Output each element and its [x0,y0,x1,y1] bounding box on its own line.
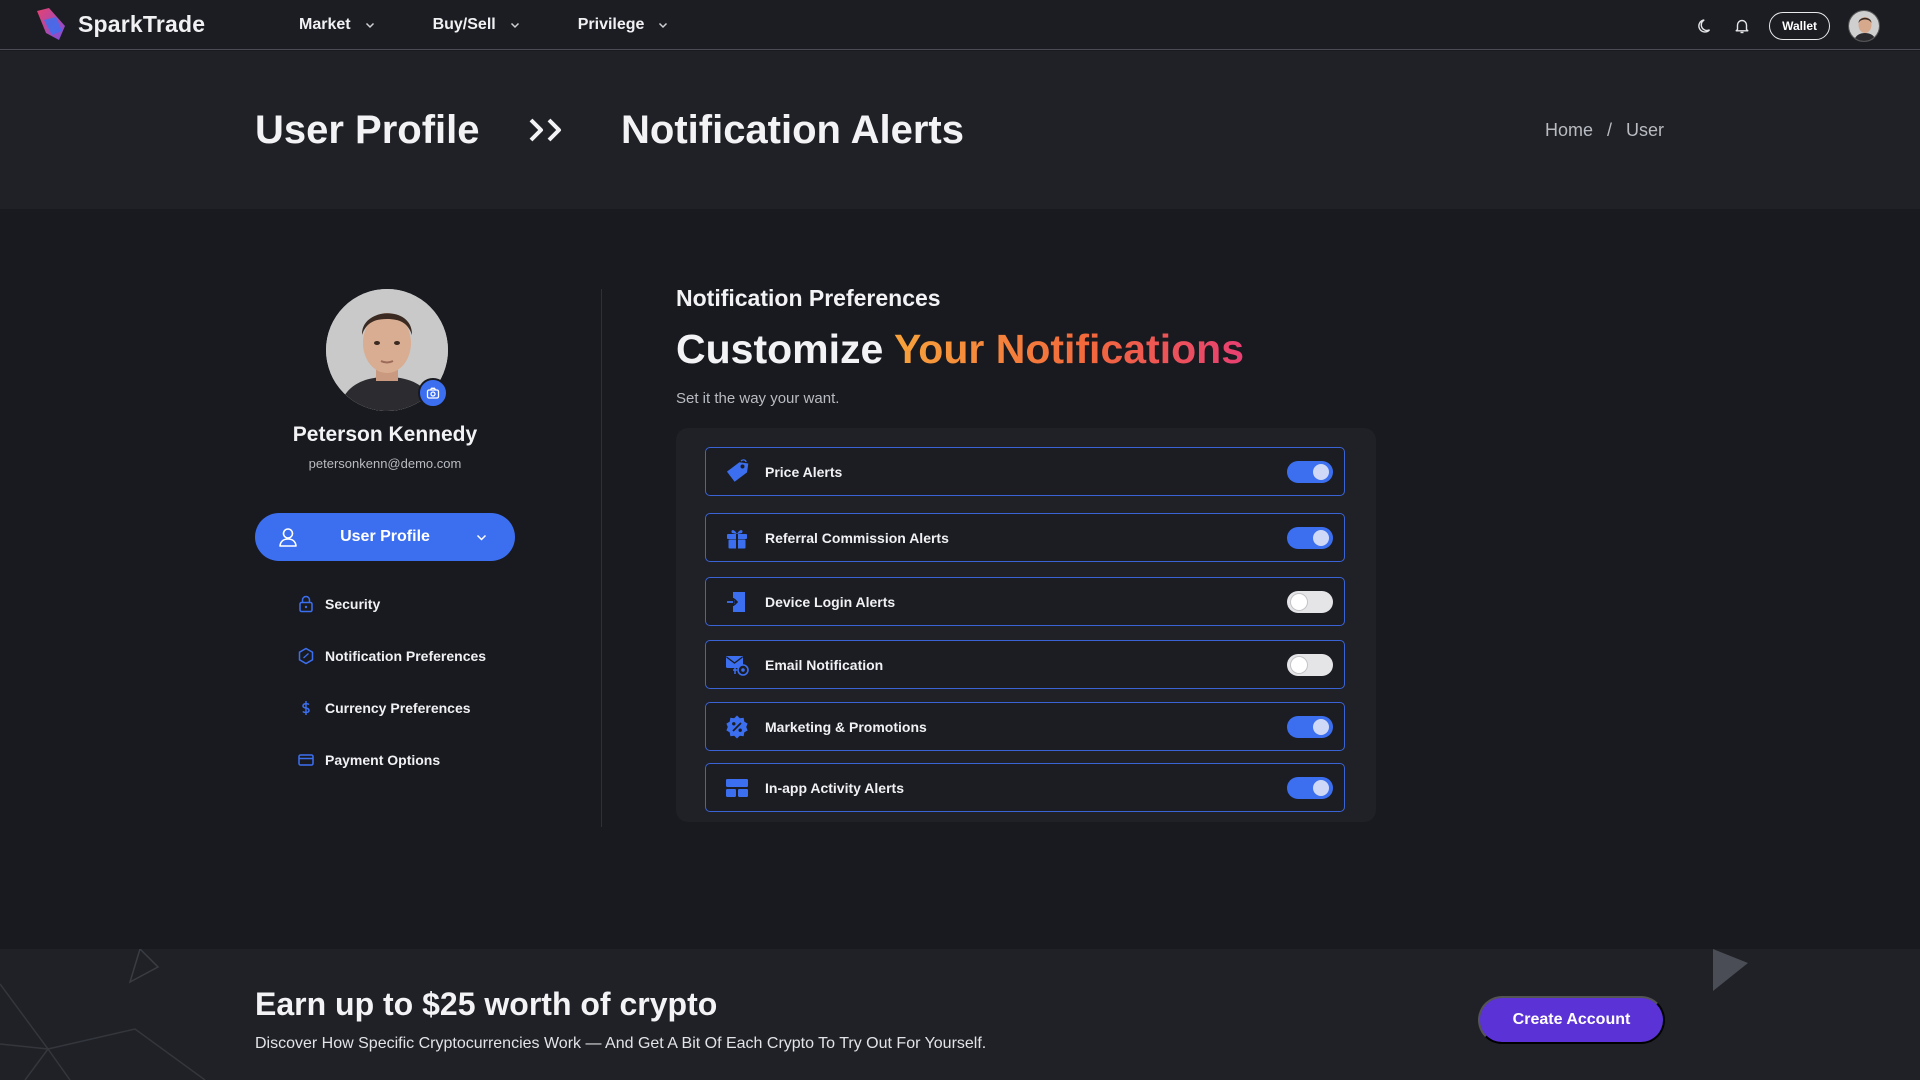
section-label: Notification Preferences [676,285,941,311]
alert-row-referral-commission[interactable]: Referral Commission Alerts [705,513,1345,562]
wallet-button[interactable]: Wallet [1769,12,1830,40]
top-navbar: SparkTrade Market Buy/Sell Privilege Wal… [0,0,1920,50]
promo-banner: Earn up to $25 worth of crypto Discover … [0,949,1920,1080]
double-chevron-right-icon [529,118,561,142]
section-subtitle: Set it the way your want. [676,390,840,407]
price-tag-icon [726,459,749,482]
section-title-highlight: Your Notifications [893,326,1244,372]
toggle-knob [1291,594,1307,610]
sparktrade-logo-icon [37,8,65,40]
brand-logo[interactable]: SparkTrade [34,7,205,41]
user-avatar[interactable] [1848,10,1880,42]
page-subtitle: Notification Alerts [621,108,964,152]
alert-label-device-login: Device Login Alerts [765,593,896,610]
promo-title: Earn up to $25 worth of crypto [255,986,718,1022]
subnav-payment-options[interactable]: Payment Options [297,734,486,786]
alert-row-in-app-activity[interactable]: In-app Activity Alerts [705,763,1345,812]
lock-icon [299,595,313,613]
toggle-knob [1313,719,1329,735]
alert-row-email-notification[interactable]: Email Notification [705,640,1345,689]
change-photo-button[interactable] [418,378,448,408]
toggle-in-app-activity-alerts[interactable] [1287,777,1333,799]
toggle-marketing-promotions[interactable] [1287,716,1333,738]
alert-label-in-app-activity: In-app Activity Alerts [765,779,904,796]
alert-label-email-notification: Email Notification [765,656,884,673]
vertical-divider [601,289,602,827]
toggle-knob [1313,530,1329,546]
avatar-image [1849,11,1879,41]
subnav-security-label: Security [325,596,381,612]
email-icon [726,656,749,676]
toggle-device-login-alerts[interactable] [1287,591,1333,613]
discount-icon [726,715,748,739]
menu-market[interactable]: Market [299,16,375,34]
menu-market-label: Market [299,16,351,33]
alert-row-device-login[interactable]: Device Login Alerts [705,577,1345,626]
bell-icon[interactable] [1733,17,1751,35]
toggle-referral-commission-alerts[interactable] [1287,527,1333,549]
subnav-currency-preferences-label: Currency Preferences [325,700,471,716]
menu-privilege[interactable]: Privilege [578,16,669,34]
section-title: Customize Your Notifications [676,326,1244,373]
subnav-notification-preferences-label: Notification Preferences [325,648,487,664]
camera-icon [426,387,440,399]
menu-buy-sell-label: Buy/Sell [432,16,496,33]
notification-settings-panel: Price Alerts Referral Commission Alerts … [676,428,1376,822]
gift-icon [727,530,747,549]
chevron-down-icon [659,22,668,29]
toggle-email-notification[interactable] [1287,654,1333,676]
moon-icon[interactable] [1697,17,1715,35]
promo-subtitle: Discover How Specific Cryptocurrencies W… [255,1035,987,1052]
subnav-currency-preferences[interactable]: Currency Preferences [297,682,486,734]
dollar-icon [302,701,310,715]
create-account-button[interactable]: Create Account [1478,996,1665,1044]
card-icon [298,754,314,766]
page-header: User Profile Notification Alerts Home / … [0,51,1920,209]
profile-subnav: Security Notification Preferences Curren… [297,578,486,786]
alert-row-price[interactable]: Price Alerts [705,447,1345,496]
profile-avatar-container [326,289,448,411]
menu-privilege-label: Privilege [577,16,645,33]
main-menu: Market Buy/Sell Privilege [299,0,726,50]
menu-buy-sell[interactable]: Buy/Sell [433,16,520,34]
brand-name: SparkTrade [78,10,206,37]
user-name: Peterson Kennedy [292,423,478,446]
user-profile-dropdown[interactable]: User Profile [255,513,515,561]
subnav-security[interactable]: Security [297,578,486,630]
alert-label-marketing-promotions: Marketing & Promotions [765,718,927,735]
badge-icon [298,647,314,665]
breadcrumb-home[interactable]: Home [1545,120,1593,141]
breadcrumb-current[interactable]: User [1626,120,1664,141]
login-icon [727,592,745,612]
chevron-down-icon [510,22,519,29]
subnav-payment-options-label: Payment Options [325,752,441,768]
alert-label-price: Price Alerts [765,463,843,480]
chevron-down-icon [476,534,487,541]
page-title: User Profile [255,108,480,152]
toggle-price-alerts[interactable] [1287,461,1333,483]
toggle-knob [1313,464,1329,480]
toggle-knob [1313,780,1329,796]
breadcrumb-separator: / [1606,120,1612,140]
user-email: petersonkenn@demo.com [308,456,462,471]
section-title-plain: Customize [676,326,884,372]
subnav-notification-preferences[interactable]: Notification Preferences [297,630,486,682]
breadcrumb: Home / User [1545,120,1664,141]
chevron-down-icon [365,22,374,29]
dashboard-icon [726,779,748,797]
alert-row-marketing-promotions[interactable]: Marketing & Promotions [705,702,1345,751]
alert-label-referral-commission: Referral Commission Alerts [765,529,949,546]
toggle-knob [1291,657,1307,673]
nav-actions: Wallet [1697,10,1880,42]
